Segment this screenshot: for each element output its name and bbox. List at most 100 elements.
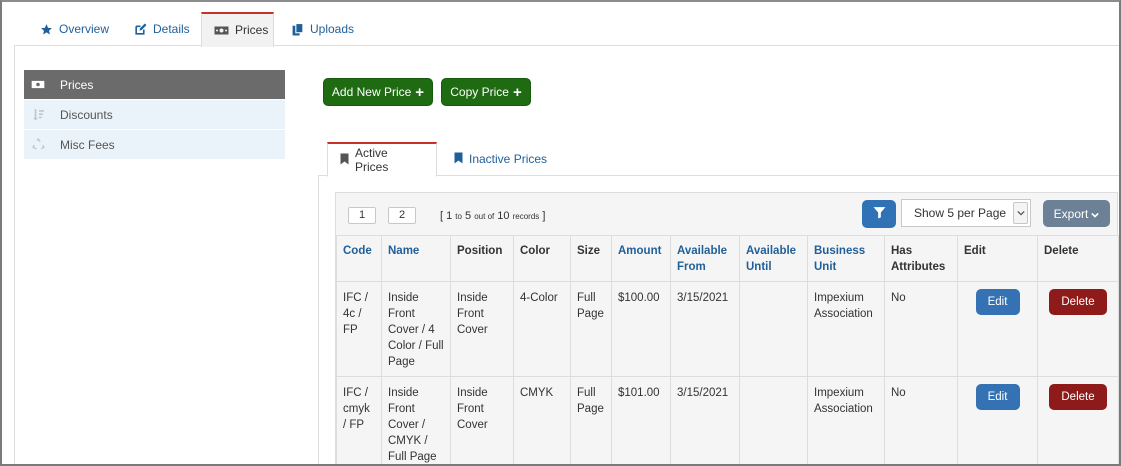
col-header-business-unit[interactable]: Business Unit [807,235,885,282]
add-new-price-button[interactable]: Add New Price + [323,78,433,106]
sidebar-item-misc-fees[interactable]: Misc Fees [24,130,285,160]
add-new-price-label: Add New Price [331,85,412,99]
col-header-has-attributes: Has Attributes [884,235,958,282]
records-start: [ 1 [440,210,453,222]
sidebar-item-discounts[interactable]: Discounts [24,100,285,130]
tab-prices-label: Prices [235,23,269,37]
cell-size: Full Page [570,281,612,377]
records-summary: [ 1 to 5 out of 10 records ] [440,210,545,222]
cell-has-attributes: No [884,281,958,377]
sort-icon [24,100,52,130]
records-word: records [512,212,540,221]
plus-icon: + [415,83,425,101]
sidebar-item-label: Misc Fees [60,137,115,152]
cell-edit: Edit [957,376,1038,464]
cell-name: Inside Front Cover / CMYK / Full Page [381,376,451,464]
tab-active-prices[interactable]: Active Prices [327,142,437,177]
sidebar-item-label: Prices [60,77,94,92]
bookmark-icon [340,153,349,168]
cell-amount: $100.00 [611,281,671,377]
cell-code: IFC / 4c / FP [336,281,382,377]
records-end: 5 [465,210,472,222]
chevron-down-icon [1013,202,1028,224]
col-header-position: Position [450,235,514,282]
tab-prices[interactable]: Prices [201,12,274,47]
recycle-icon [24,130,52,160]
records-out-of: out of [474,212,495,221]
tab-overview-label: Overview [59,22,110,36]
col-header-available-from[interactable]: Available From [670,235,740,282]
delete-button[interactable]: Delete [1049,384,1107,410]
price-status-tabs: Active Prices Inactive Prices [318,142,1119,177]
tab-inactive-prices[interactable]: Inactive Prices [442,142,559,176]
records-close: ] [542,210,546,222]
tab-details[interactable]: Details [122,12,202,46]
app-frame: Overview Details Prices Uploads Prices D… [0,0,1121,466]
cell-size: Full Page [570,376,612,464]
chevron-down-icon [1091,207,1100,221]
edit-icon [134,23,147,36]
money-icon [24,70,52,100]
records-total: 10 [497,210,510,222]
cell-available-until [739,281,808,377]
filter-icon [873,206,886,222]
copy-price-label: Copy Price [450,85,509,99]
sidebar-item-prices[interactable]: Prices [24,70,285,100]
export-label: Export [1053,206,1089,221]
tab-overview[interactable]: Overview [28,12,121,46]
col-header-code[interactable]: Code [336,235,382,282]
col-header-amount[interactable]: Amount [611,235,671,282]
bookmark-icon [454,152,463,167]
top-tab-bar: Overview Details Prices Uploads [14,12,1119,47]
copy-price-button[interactable]: Copy Price + [441,78,531,106]
cell-business-unit: Impexium Association [807,281,885,377]
export-button[interactable]: Export [1043,200,1110,227]
col-header-color: Color [513,235,571,282]
page-2-button[interactable]: 2 [388,207,416,224]
col-header-size: Size [570,235,612,282]
plus-icon: + [512,83,522,101]
delete-button[interactable]: Delete [1049,289,1107,315]
cell-amount: $101.00 [611,376,671,464]
col-header-name[interactable]: Name [381,235,451,282]
table-header-row: Code Name Position Color Size Amount Ava… [336,235,1119,282]
grid-toolbar: 1 2 [ 1 to 5 out of 10 records ] Show 5 … [336,193,1117,235]
star-icon [40,23,53,36]
tab-uploads-label: Uploads [310,22,355,36]
filter-button[interactable] [862,200,896,228]
sidebar-item-label: Discounts [60,107,113,122]
cell-position: Inside Front Cover [450,376,514,464]
col-header-available-until[interactable]: Available Until [739,235,808,282]
prices-grid: 1 2 [ 1 to 5 out of 10 records ] Show 5 … [335,192,1119,464]
cell-code: IFC / cmyk / FP [336,376,382,464]
table-row: IFC / 4c / FP Inside Front Cover / 4 Col… [336,281,1119,377]
cell-available-from: 3/15/2021 [670,376,740,464]
records-to: to [455,212,462,221]
edit-button[interactable]: Edit [975,289,1020,315]
cell-delete: Delete [1037,376,1119,464]
table-row: IFC / cmyk / FP Inside Front Cover / CMY… [336,376,1119,464]
col-header-edit: Edit [957,235,1038,282]
cell-name: Inside Front Cover / 4 Color / Full Page [381,281,451,377]
cell-has-attributes: No [884,376,958,464]
cell-available-until [739,376,808,464]
cell-edit: Edit [957,281,1038,377]
per-page-value: Show 5 per Page [914,206,1007,220]
sidebar: Prices Discounts Misc Fees [24,70,285,160]
tab-active-prices-label: Active Prices [355,146,389,174]
cell-color: CMYK [513,376,571,464]
money-icon [214,25,229,36]
tab-uploads[interactable]: Uploads [280,12,366,46]
tab-inactive-prices-label: Inactive Prices [469,152,548,166]
cell-available-from: 3/15/2021 [670,281,740,377]
col-header-delete: Delete [1037,235,1119,282]
prices-table: Code Name Position Color Size Amount Ava… [336,235,1119,464]
cell-delete: Delete [1037,281,1119,377]
per-page-select[interactable]: Show 5 per Page [901,199,1031,227]
cell-color: 4-Color [513,281,571,377]
edit-button[interactable]: Edit [975,384,1020,410]
cell-position: Inside Front Cover [450,281,514,377]
copy-icon [292,22,304,36]
cell-business-unit: Impexium Association [807,376,885,464]
page-1-button[interactable]: 1 [348,207,376,224]
